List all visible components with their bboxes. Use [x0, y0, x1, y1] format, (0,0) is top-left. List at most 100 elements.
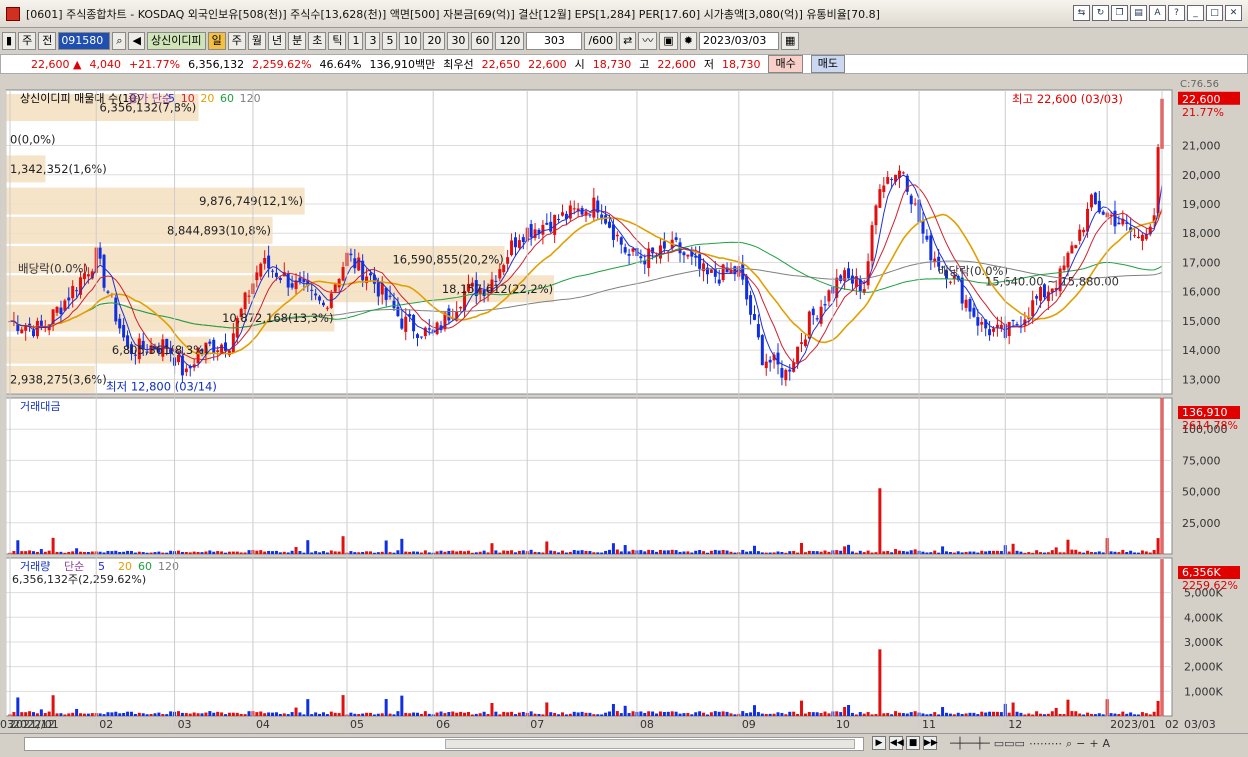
amount-bar [490, 543, 494, 554]
amount-bar [564, 552, 568, 554]
buy-button[interactable]: 매수 [768, 55, 803, 73]
minimize-icon[interactable]: _ [1187, 5, 1204, 21]
period-button[interactable]: 틱 [328, 32, 347, 50]
calendar-icon[interactable]: ▦ [780, 32, 800, 50]
pattern-icon[interactable]: 〰 [638, 32, 658, 50]
fast-forward-icon[interactable]: ▶▶ [923, 736, 938, 750]
count-button[interactable]: 60 [471, 32, 494, 50]
volume-bar [921, 713, 925, 716]
period-button[interactable]: 년 [267, 32, 287, 50]
candle-body [800, 342, 804, 344]
period-button[interactable]: 초 [308, 32, 327, 50]
best-quote-label: 최우선 [443, 58, 474, 71]
amount-bar [760, 552, 764, 554]
volume-bar [752, 705, 756, 716]
period-button[interactable]: 월 [247, 32, 266, 50]
count-button[interactable]: 10 [399, 32, 422, 50]
candle-body [392, 300, 396, 309]
count-button[interactable]: 20 [423, 32, 446, 50]
zoom-icon[interactable]: ⌕ [1066, 737, 1072, 751]
amount-bar [803, 552, 807, 554]
count-button[interactable]: 5 [382, 32, 398, 50]
amount-bar [1121, 549, 1125, 554]
count-button[interactable]: 3 [365, 32, 381, 50]
save-icon[interactable]: ▣ [659, 32, 678, 50]
volume-bar [717, 711, 721, 716]
candle-body [611, 224, 615, 240]
amount-bar [333, 551, 337, 554]
mode-select[interactable]: 주 [18, 32, 37, 50]
candle-body [290, 283, 294, 288]
amount-bar [615, 549, 619, 554]
amount-bar [502, 550, 506, 554]
amount-bar [776, 551, 780, 554]
amount-bar [1113, 551, 1117, 554]
amount-bar [55, 551, 59, 554]
settings-icon[interactable]: ✹ [679, 32, 697, 50]
amount-bar [290, 550, 294, 554]
volume-bar [59, 713, 63, 716]
print-icon[interactable]: ▤ [1130, 5, 1147, 21]
volume-bar [184, 713, 188, 716]
volume-bar [843, 706, 847, 716]
stock-name-field[interactable]: 상신이디피 [146, 32, 206, 50]
refresh-icon[interactable]: ↻ [1092, 5, 1109, 21]
stop-icon[interactable]: ■ [906, 736, 920, 750]
volume-bar [1093, 714, 1097, 716]
count-button[interactable]: 30 [447, 32, 470, 50]
scroll-track[interactable] [24, 737, 864, 751]
restore-icon[interactable]: ❐ [1111, 5, 1128, 21]
zoom-in-icon[interactable]: + [1089, 737, 1098, 751]
period-type-button[interactable]: 전 [38, 32, 57, 50]
volume-ma-num: 5 [98, 560, 105, 573]
amount-bar [419, 552, 423, 554]
period-button[interactable]: 주 [227, 32, 246, 50]
scroll-thumb[interactable] [445, 739, 855, 749]
speaker-icon[interactable]: ◀ [128, 32, 145, 50]
period-button[interactable]: 분 [288, 32, 307, 50]
amount-bar [537, 552, 541, 554]
stock-code-input[interactable]: 091580 [58, 32, 111, 50]
alert-icon[interactable]: A [1149, 5, 1166, 21]
chart-menu-icon[interactable]: ▮ [2, 32, 17, 50]
rewind-icon[interactable]: ◀◀ [889, 736, 904, 750]
tools-icon[interactable]: ⋯⋯⋯ [1029, 737, 1062, 751]
count-button[interactable]: 1 [348, 32, 364, 50]
candle-body [208, 341, 212, 344]
sell-button[interactable]: 매도 [810, 55, 845, 73]
volume-ma-label: 단순 [64, 560, 84, 573]
layout-icon[interactable]: ▭▭▭ [994, 737, 1025, 751]
amount-bar [1050, 550, 1054, 554]
count-input[interactable]: 303 [526, 32, 583, 50]
amount-bar [482, 550, 486, 554]
volume-bar [670, 711, 674, 716]
chart-scrollbar[interactable]: ▶ ◀◀ ■ ▶▶ ─┼──┼─ ▭▭▭ ⋯⋯⋯ ⌕ − + A [0, 733, 1248, 753]
zoom-slider-icon[interactable]: ─┼──┼─ [950, 737, 990, 751]
search-icon[interactable]: ⌕ [112, 32, 127, 50]
amount-bar [267, 550, 271, 554]
period-button[interactable]: 일 [207, 32, 226, 50]
amount-bar [126, 550, 130, 554]
close-icon[interactable]: ✕ [1225, 5, 1242, 21]
candle-body [1035, 296, 1039, 299]
volume-bar [721, 711, 725, 716]
amount-bar [227, 551, 231, 554]
count-button[interactable]: 120 [495, 32, 525, 50]
volume-bar [463, 712, 467, 716]
volume-bar [988, 711, 992, 716]
amount-bar [20, 551, 24, 554]
chart-area[interactable]: 21,000 20,000 19,000 18,000 17,000 16,000 15,0… [0, 76, 1248, 732]
candle-body [1113, 210, 1117, 227]
play-icon[interactable]: ▶ [872, 736, 886, 750]
maximize-icon[interactable]: □ [1206, 5, 1223, 21]
candle-body [318, 296, 322, 301]
help-icon[interactable]: ? [1168, 5, 1185, 21]
trade-icon[interactable]: ⇄ [619, 32, 637, 50]
volume-bar [651, 711, 655, 716]
date-input[interactable]: 2023/03/03 [698, 32, 779, 50]
link-icon[interactable]: ⇆ [1073, 5, 1090, 21]
zoom-out-icon[interactable]: − [1076, 737, 1085, 751]
amount-bar [890, 552, 894, 554]
auto-scale-icon[interactable]: A [1103, 737, 1111, 751]
stock-chart-svg[interactable]: 21,000 20,000 19,000 18,000 17,000 16,000 15,0… [0, 76, 1248, 732]
